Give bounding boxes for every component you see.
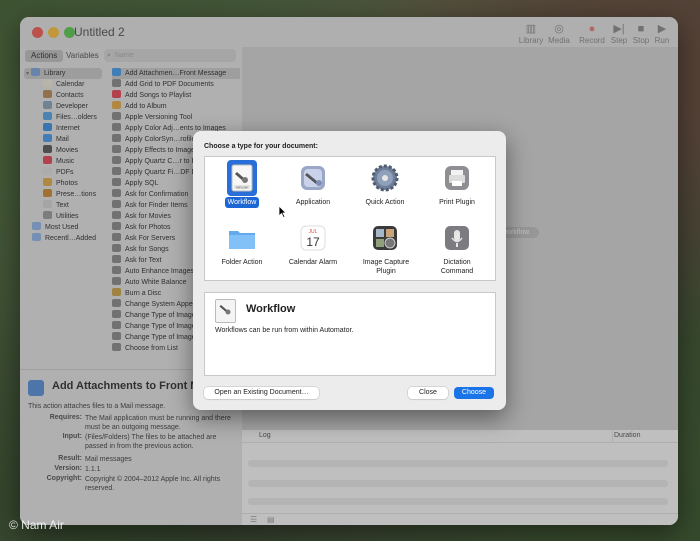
workflow-icon-caption: WFLOW <box>236 186 248 190</box>
open-existing-document-button[interactable]: Open an Existing Document… <box>204 387 319 399</box>
doc-type-label: Workflow <box>224 197 260 208</box>
doc-type-workflow[interactable]: WFLOW Workflow <box>207 160 277 208</box>
doc-type-label: Application <box>295 199 331 206</box>
close-button[interactable]: Close <box>408 387 448 399</box>
application-icon <box>298 163 328 193</box>
doc-type-calendar-alarm[interactable]: JUL 17 Calendar Alarm <box>278 223 348 268</box>
preview-description: Workflows can be run from within Automat… <box>215 327 354 334</box>
workflow-icon <box>215 299 236 323</box>
doc-type-label: Image Capture Plugin <box>362 259 410 275</box>
watermark: © Nam Air <box>9 518 64 532</box>
image-capture-plugin-icon <box>370 223 400 253</box>
calendar-alarm-icon: JUL 17 <box>298 223 328 253</box>
document-type-grid: WFLOW Workflow Application Quick Action … <box>204 156 496 281</box>
mouse-cursor-icon <box>278 205 287 218</box>
doc-type-quick-action[interactable]: Quick Action <box>350 163 420 208</box>
preview-title: Workflow <box>246 303 296 315</box>
doc-type-image-capture-plugin[interactable]: Image Capture Plugin <box>350 223 420 277</box>
print-plugin-icon <box>442 163 472 193</box>
dialog-title: Choose a type for your document: <box>204 143 318 150</box>
doc-type-label: Quick Action <box>365 199 405 206</box>
calendar-day: 17 <box>306 235 320 249</box>
type-preview: Workflow Workflows can be run from withi… <box>204 292 496 376</box>
doc-type-folder-action[interactable]: Folder Action <box>207 223 277 268</box>
doc-type-label: Print Plugin <box>439 199 475 206</box>
choose-button[interactable]: Choose <box>454 387 494 399</box>
doc-type-label: Folder Action <box>221 259 263 266</box>
quick-action-icon <box>370 163 400 193</box>
doc-type-label: Calendar Alarm <box>288 259 338 266</box>
document-type-dialog: Choose a type for your document: WFLOW W… <box>193 131 506 410</box>
doc-type-label: Dictation Command <box>440 259 474 275</box>
workflow-icon: WFLOW <box>227 163 257 193</box>
doc-type-print-plugin[interactable]: Print Plugin <box>422 163 492 208</box>
doc-type-dictation-command[interactable]: Dictation Command <box>422 223 492 277</box>
doc-type-application[interactable]: Application <box>278 163 348 208</box>
folder-action-icon <box>227 223 257 253</box>
dictation-command-icon <box>442 223 472 253</box>
